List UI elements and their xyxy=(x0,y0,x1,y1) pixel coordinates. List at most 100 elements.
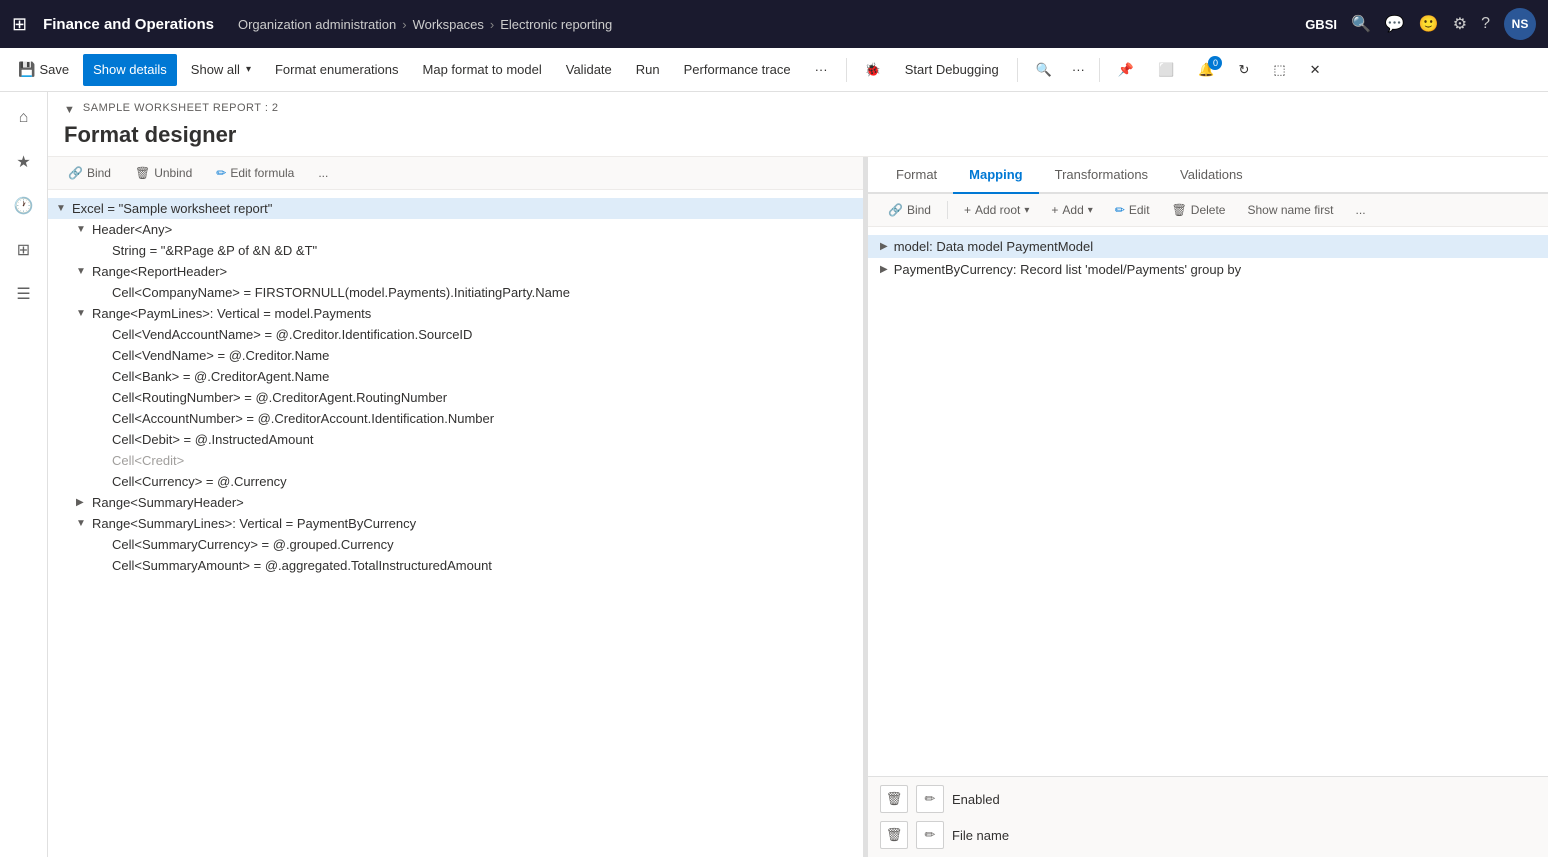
expand-icon-1: ▼ xyxy=(76,224,88,235)
breadcrumb: Organization administration › Workspaces… xyxy=(238,17,612,32)
format-tree-item-11[interactable]: Cell<Debit> = @.InstructedAmount xyxy=(48,429,863,450)
format-tree-text-7: Cell<VendName> = @.Creditor.Name xyxy=(112,348,329,363)
settings-icon[interactable]: ⚙ xyxy=(1453,14,1467,34)
left-sidebar: ⌂ ★ 🕐 ⊞ ☰ xyxy=(0,92,48,857)
format-tree-text-4: Cell<CompanyName> = FIRSTORNULL(model.Pa… xyxy=(112,285,570,300)
mapping-toolbar: 🔗 Bind + Add root ▾ + Add ▾ xyxy=(868,194,1548,227)
mapping-bind-icon: 🔗 xyxy=(888,203,903,217)
add-arrow: ▾ xyxy=(1088,205,1093,216)
save-button[interactable]: 💾 Save xyxy=(8,54,79,86)
format-more-button[interactable]: ... xyxy=(310,163,336,183)
badge-button[interactable]: 🔔 0 xyxy=(1188,54,1224,86)
format-tree-text-6: Cell<VendAccountName> = @.Creditor.Ident… xyxy=(112,327,472,342)
format-tree-item-10[interactable]: Cell<AccountNumber> = @.CreditorAccount.… xyxy=(48,408,863,429)
page-breadcrumb: SAMPLE WORKSHEET REPORT : 2 xyxy=(83,102,279,114)
format-tree-item-17[interactable]: Cell<SummaryAmount> = @.aggregated.Total… xyxy=(48,555,863,576)
format-tree-text-16: Cell<SummaryCurrency> = @.grouped.Curren… xyxy=(112,537,394,552)
mapping-more-button[interactable]: ... xyxy=(1348,200,1374,220)
format-tree-item-4[interactable]: Cell<CompanyName> = FIRSTORNULL(model.Pa… xyxy=(48,282,863,303)
more-options-button[interactable]: ··· xyxy=(805,54,838,86)
mapping-edit-button[interactable]: ✏ Edit xyxy=(1107,200,1158,220)
format-tree-item-12[interactable]: Cell<Credit> xyxy=(48,450,863,471)
smiley-icon[interactable]: 🙂 xyxy=(1419,14,1439,34)
validate-button[interactable]: Validate xyxy=(556,54,622,86)
show-all-arrow: ▾ xyxy=(246,64,251,75)
format-tree-item-0[interactable]: ▼Excel = "Sample worksheet report" xyxy=(48,198,863,219)
sidebar-favorites-icon[interactable]: ★ xyxy=(6,144,42,180)
sidebar-list-icon[interactable]: ☰ xyxy=(6,276,42,312)
tab-validations[interactable]: Validations xyxy=(1164,157,1259,194)
property-edit-enabled-button[interactable]: ✏ xyxy=(916,785,944,813)
search-icon[interactable]: 🔍 xyxy=(1351,14,1371,34)
edit-formula-button[interactable]: ✏ Edit formula xyxy=(208,163,302,183)
format-tree-item-14[interactable]: ▶Range<SummaryHeader> xyxy=(48,492,863,513)
mapping-item-payment[interactable]: ▶ PaymentByCurrency: Record list 'model/… xyxy=(868,258,1548,281)
format-tree-item-3[interactable]: ▼Range<ReportHeader> xyxy=(48,261,863,282)
unbind-icon: 🗑 xyxy=(135,166,150,180)
format-enumerations-button[interactable]: Format enumerations xyxy=(265,54,409,86)
user-avatar[interactable]: NS xyxy=(1504,8,1536,40)
format-tree-item-1[interactable]: ▼Header<Any> xyxy=(48,219,863,240)
mapping-delete-button[interactable]: 🗑 Delete xyxy=(1164,200,1234,220)
view-button[interactable]: ⬜ xyxy=(1148,54,1184,86)
format-tree-item-6[interactable]: Cell<VendAccountName> = @.Creditor.Ident… xyxy=(48,324,863,345)
format-tree-item-8[interactable]: Cell<Bank> = @.CreditorAgent.Name xyxy=(48,366,863,387)
expand-icon-5: ▼ xyxy=(76,308,88,319)
sidebar-workspaces-icon[interactable]: ⊞ xyxy=(6,232,42,268)
properties-area: 🗑 ✏ Enabled 🗑 ✏ File name xyxy=(868,776,1548,857)
format-tree-item-2[interactable]: String = "&RPage &P of &N &D &T" xyxy=(48,240,863,261)
format-tree-text-13: Cell<Currency> = @.Currency xyxy=(112,474,287,489)
mapping-tabs: Format Mapping Transformations Validatio… xyxy=(868,157,1548,194)
format-tree-text-12: Cell<Credit> xyxy=(112,453,184,468)
property-delete-filename-button[interactable]: 🗑 xyxy=(880,821,908,849)
sidebar-recent-icon[interactable]: 🕐 xyxy=(6,188,42,224)
format-tree-item-5[interactable]: ▼Range<PaymLines>: Vertical = model.Paym… xyxy=(48,303,863,324)
format-tree-item-15[interactable]: ▼Range<SummaryLines>: Vertical = Payment… xyxy=(48,513,863,534)
tab-transformations[interactable]: Transformations xyxy=(1039,157,1164,194)
show-all-group: Show all ▾ xyxy=(181,54,261,86)
search-bar-button[interactable]: 🔍 xyxy=(1026,54,1062,86)
map-format-button[interactable]: Map format to model xyxy=(413,54,552,86)
property-delete-enabled-button[interactable]: 🗑 xyxy=(880,785,908,813)
help-icon[interactable]: ? xyxy=(1481,15,1490,33)
sidebar-home-icon[interactable]: ⌂ xyxy=(6,100,42,136)
run-button[interactable]: Run xyxy=(626,54,670,86)
format-tree-item-7[interactable]: Cell<VendName> = @.Creditor.Name xyxy=(48,345,863,366)
top-nav-bar: ⊞ Finance and Operations Organization ad… xyxy=(0,0,1548,48)
chat-icon[interactable]: 💬 xyxy=(1385,14,1405,34)
breadcrumb-electronic[interactable]: Electronic reporting xyxy=(500,17,612,32)
close-button[interactable]: ✕ xyxy=(1300,54,1331,86)
expand-button[interactable]: ⬚ xyxy=(1263,54,1295,86)
expand-model-icon: ▶ xyxy=(880,241,888,252)
format-tree-item-13[interactable]: Cell<Currency> = @.Currency xyxy=(48,471,863,492)
format-tree-item-9[interactable]: Cell<RoutingNumber> = @.CreditorAgent.Ro… xyxy=(48,387,863,408)
performance-trace-button[interactable]: Performance trace xyxy=(674,54,801,86)
bind-button[interactable]: 🔗 Bind xyxy=(60,163,119,183)
show-name-first-button[interactable]: Show name first xyxy=(1239,200,1341,220)
add-button[interactable]: + Add ▾ xyxy=(1043,200,1100,220)
refresh-button[interactable]: ↻ xyxy=(1228,54,1259,86)
format-tree-text-11: Cell<Debit> = @.InstructedAmount xyxy=(112,432,313,447)
action-more-button[interactable]: ··· xyxy=(1066,54,1091,86)
unbind-button[interactable]: 🗑 Unbind xyxy=(127,163,200,183)
show-all-button[interactable]: Show all ▾ xyxy=(181,54,261,86)
format-tree-text-3: Range<ReportHeader> xyxy=(92,264,227,279)
tab-mapping[interactable]: Mapping xyxy=(953,157,1038,194)
breadcrumb-org[interactable]: Organization administration xyxy=(238,17,396,32)
pin-button[interactable]: 📌 xyxy=(1108,54,1144,86)
app-grid-icon[interactable]: ⊞ xyxy=(12,14,27,35)
add-plus-icon: + xyxy=(1051,203,1058,217)
start-debugging-button[interactable]: Start Debugging xyxy=(895,54,1009,86)
mapping-bind-button[interactable]: 🔗 Bind xyxy=(880,200,939,220)
property-edit-filename-button[interactable]: ✏ xyxy=(916,821,944,849)
filter-icon[interactable]: ▼ xyxy=(64,104,75,116)
debug-icon-button[interactable]: 🐞 xyxy=(855,54,891,86)
show-details-button[interactable]: Show details xyxy=(83,54,177,86)
add-root-button[interactable]: + Add root ▾ xyxy=(956,200,1037,220)
format-tree-item-16[interactable]: Cell<SummaryCurrency> = @.grouped.Curren… xyxy=(48,534,863,555)
format-tree-text-10: Cell<AccountNumber> = @.CreditorAccount.… xyxy=(112,411,494,426)
tab-format[interactable]: Format xyxy=(880,157,953,194)
breadcrumb-workspaces[interactable]: Workspaces xyxy=(413,17,484,32)
content-area: ▼ SAMPLE WORKSHEET REPORT : 2 Format des… xyxy=(48,92,1548,857)
mapping-item-model[interactable]: ▶ model: Data model PaymentModel xyxy=(868,235,1548,258)
